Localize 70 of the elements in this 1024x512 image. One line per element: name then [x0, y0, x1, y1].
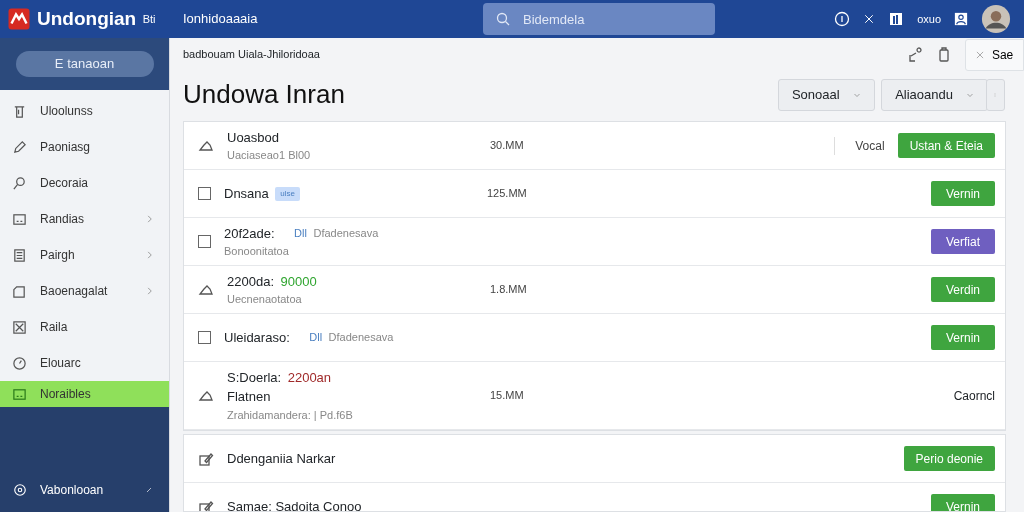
pen-icon [12, 139, 27, 155]
close-icon[interactable] [863, 13, 876, 25]
brand-label: Bti [142, 11, 156, 27]
sidebar-item[interactable]: Paoniasg [0, 129, 169, 166]
search-icon [12, 175, 27, 191]
item-title: 20f2ade: [224, 224, 275, 243]
note-text: Vocal [834, 136, 885, 155]
item-detail: Dfadenesava [313, 226, 379, 242]
sidebar-item[interactable]: Elouarc [0, 345, 169, 382]
item-subtitle: Zrahidamandera: | Pd.f6B [227, 407, 354, 423]
screen-icon [12, 386, 27, 402]
sidebar-item[interactable]: Randias [0, 201, 169, 238]
user-icon[interactable] [954, 12, 968, 26]
item-subtitle: Bonoonitatoa [224, 244, 290, 260]
item-title: Uoasbod [227, 128, 280, 147]
item-title: Dnsana [224, 184, 269, 203]
close-icon [975, 49, 986, 60]
item-title-line: Flatnen [227, 388, 272, 407]
filter-dropdown[interactable]: Aliaoandu [881, 78, 988, 111]
sidebar-item[interactable]: Pairgh [0, 237, 169, 274]
action-button[interactable]: Verfiat [931, 229, 995, 255]
account-label[interactable]: oxuo [917, 10, 941, 28]
highlight-value: 2200an [287, 368, 332, 387]
brand-name: Undongian [37, 6, 137, 31]
checkbox[interactable] [198, 331, 211, 345]
breadcrumb-text: badbouam Uiala-Jhiloridoaa [183, 47, 320, 63]
item-detail: Dfadenesava [328, 330, 394, 346]
sidebar-item[interactable]: Raila [0, 309, 169, 346]
item-title: Samae: Sadoita Conoo [227, 498, 362, 511]
page-icon[interactable] [888, 11, 905, 27]
sidebar-item[interactable]: Uloolunss [0, 93, 169, 130]
filter-dropdown[interactable]: Sonoaal [777, 78, 875, 111]
item-title: S:Doerla: [227, 368, 282, 387]
trash-icon [12, 103, 27, 119]
size-text: 15.MM [490, 388, 525, 404]
screen-icon [12, 211, 27, 227]
share-icon[interactable] [906, 46, 923, 63]
footer-item[interactable]: Vabonlooan [0, 481, 169, 499]
settings-icon [13, 483, 27, 497]
link-text[interactable]: Dll [309, 329, 323, 346]
item-title: Uleidaraso: [224, 328, 290, 347]
cross-box-icon [12, 319, 27, 335]
clock-icon [12, 355, 27, 371]
checkbox[interactable] [198, 235, 211, 249]
item-title: Ddenganiia Narkar [227, 450, 336, 469]
document-icon [12, 247, 27, 263]
save-button[interactable]: Sae [964, 38, 1024, 71]
sidebar-item[interactable]: Decoraia [0, 165, 169, 202]
item-subtitle: Uaciaseao1 Bl00 [227, 148, 312, 164]
search-icon [495, 11, 511, 27]
status-text: Caorncl [953, 387, 995, 405]
info-icon[interactable] [834, 11, 851, 27]
size-text: 1.8.MM [490, 282, 528, 298]
page-title: Undowa Inran [183, 79, 345, 111]
link-text[interactable]: Dll [294, 225, 307, 242]
section-title: Ionhidoaaaia [183, 10, 259, 29]
new-button[interactable]: E tanaoan [15, 51, 154, 77]
item-subtitle: Uecnenaotatoa [227, 292, 303, 308]
search-field[interactable]: Bidemdela [483, 3, 715, 35]
sidebar-item[interactable]: Noraibles [0, 381, 169, 408]
size-text: 30.MM [490, 138, 525, 154]
highlight-value: 90000 [280, 272, 317, 291]
logo-icon [6, 7, 31, 31]
checkbox[interactable] [198, 187, 211, 201]
sidebar-item[interactable]: Baoenagalat [0, 273, 169, 310]
folder-icon [12, 283, 27, 299]
size-text: 125.MM [487, 186, 528, 202]
avatar-icon[interactable] [981, 4, 1011, 34]
item-title: 2200da: [227, 272, 274, 291]
tag-label: ulse [275, 186, 300, 201]
